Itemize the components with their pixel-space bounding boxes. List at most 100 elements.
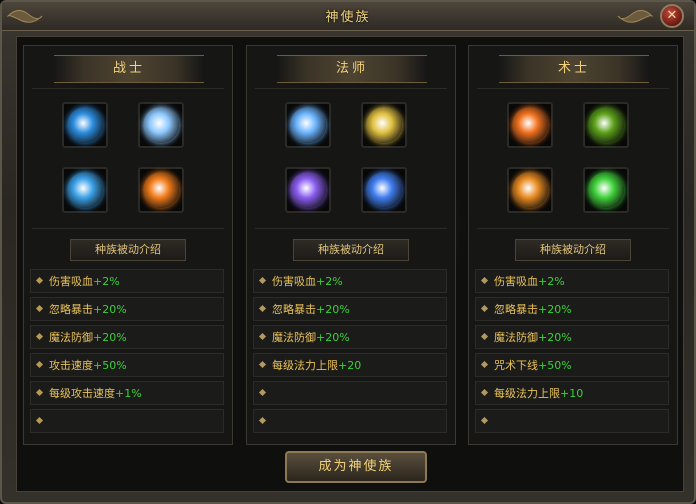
skill-slot[interactable] — [285, 167, 331, 213]
passive-intro-header: 种族被动介绍 — [293, 239, 409, 261]
skill-slot[interactable] — [62, 102, 108, 148]
passive-text: 每级法力上限+20 — [272, 357, 361, 373]
green-poison-icon[interactable] — [588, 172, 624, 208]
passive-label: 伤害吸血 — [272, 275, 316, 288]
passive-row: 魔法防御+20% — [475, 325, 669, 349]
passive-value: +20 — [338, 359, 362, 372]
passive-label: 魔法防御 — [49, 331, 93, 344]
passive-row: 忽略暴击+20% — [475, 297, 669, 321]
fire-orb-icon[interactable] — [143, 172, 179, 208]
diamond-bullet-icon — [258, 304, 267, 313]
divider — [477, 88, 669, 89]
class-panel-warrior: 战士 种族被动介绍 伤害吸血+2% 忽略暴击+20% 魔法防御+20% 攻击速度… — [23, 45, 233, 445]
passive-row: 攻击速度+50% — [30, 353, 224, 377]
green-thorn-icon[interactable] — [588, 107, 624, 143]
passive-value: +10 — [560, 387, 584, 400]
passive-row — [253, 381, 447, 405]
passive-value: +2% — [93, 275, 120, 288]
passive-text: 咒术下线+50% — [494, 357, 572, 373]
passive-text: 忽略暴击+20% — [494, 301, 572, 317]
close-button[interactable]: ✕ — [660, 4, 684, 28]
fire-shield-icon[interactable] — [512, 172, 548, 208]
passive-row: 伤害吸血+2% — [475, 269, 669, 293]
passive-label: 忽略暴击 — [494, 303, 538, 316]
diamond-bullet-icon — [480, 332, 489, 341]
passive-value: +20% — [538, 303, 572, 316]
diamond-bullet-icon — [480, 276, 489, 285]
diamond-bullet-icon — [35, 276, 44, 285]
diamond-bullet-icon — [258, 332, 267, 341]
passive-text: 魔法防御+20% — [494, 329, 572, 345]
blue-burst-icon[interactable] — [143, 107, 179, 143]
passive-row: 忽略暴击+20% — [30, 297, 224, 321]
diamond-bullet-icon — [35, 360, 44, 369]
passive-row: 伤害吸血+2% — [253, 269, 447, 293]
divider — [477, 228, 669, 229]
title-bar[interactable]: 神使族 ✕ — [2, 2, 694, 31]
class-panel-warlock: 术士 种族被动介绍 伤害吸血+2% 忽略暴击+20% 魔法防御+20% 咒术下线… — [468, 45, 678, 445]
passive-row: 每级攻击速度+1% — [30, 381, 224, 405]
blue-lightning-orb-icon[interactable] — [366, 172, 402, 208]
passive-value: +2% — [538, 275, 565, 288]
passive-value: +2% — [316, 275, 343, 288]
passive-text: 伤害吸血+2% — [272, 273, 343, 289]
diamond-bullet-icon — [35, 388, 44, 397]
close-icon[interactable]: ✕ — [667, 8, 678, 23]
skill-slot[interactable] — [507, 102, 553, 148]
passive-label: 魔法防御 — [272, 331, 316, 344]
diamond-bullet-icon — [480, 304, 489, 313]
divider — [255, 228, 447, 229]
passive-row: 每级法力上限+20 — [253, 353, 447, 377]
skill-slot[interactable] — [138, 167, 184, 213]
claw-strike-icon[interactable] — [67, 172, 103, 208]
skill-slot[interactable] — [138, 102, 184, 148]
diamond-bullet-icon — [258, 276, 267, 285]
passive-text: 攻击速度+50% — [49, 357, 127, 373]
blue-slash-icon[interactable] — [67, 107, 103, 143]
passive-label: 忽略暴击 — [49, 303, 93, 316]
passive-label: 咒术下线 — [494, 359, 538, 372]
passive-row: 伤害吸血+2% — [30, 269, 224, 293]
passive-row: 咒术下线+50% — [475, 353, 669, 377]
skill-slot[interactable] — [507, 167, 553, 213]
class-name: 术士 — [557, 61, 590, 76]
passive-intro-header: 种族被动介绍 — [515, 239, 631, 261]
diamond-bullet-icon — [35, 332, 44, 341]
diamond-bullet-icon — [35, 416, 44, 425]
skill-slot[interactable] — [583, 102, 629, 148]
diamond-bullet-icon — [258, 360, 267, 369]
become-race-button[interactable]: 成为神使族 — [285, 451, 427, 483]
diamond-bullet-icon — [35, 304, 44, 313]
skill-slot[interactable] — [361, 167, 407, 213]
diamond-bullet-icon — [480, 388, 489, 397]
skill-slot[interactable] — [285, 102, 331, 148]
passive-label: 伤害吸血 — [494, 275, 538, 288]
passive-text: 每级法力上限+10 — [494, 385, 583, 401]
divider — [32, 88, 224, 89]
passive-label: 伤害吸血 — [49, 275, 93, 288]
diamond-bullet-icon — [480, 416, 489, 425]
shield-figure-icon[interactable] — [366, 107, 402, 143]
passive-value: +20% — [316, 331, 350, 344]
skill-slot[interactable] — [62, 167, 108, 213]
passive-value: +20% — [538, 331, 572, 344]
right-ornament-icon — [617, 10, 653, 23]
class-header: 战士 — [54, 55, 204, 83]
passive-label: 每级法力上限 — [272, 359, 338, 372]
race-window: 神使族 ✕ 战士 种族被动介绍 伤害吸血+2% 忽略暴击+20% 魔法防御+20… — [0, 0, 696, 504]
passive-value: +1% — [115, 387, 142, 400]
passive-row: 忽略暴击+20% — [253, 297, 447, 321]
passive-row — [30, 409, 224, 433]
passive-label: 攻击速度 — [49, 359, 93, 372]
class-name: 战士 — [112, 61, 145, 76]
class-header: 法师 — [277, 55, 427, 83]
skill-slot[interactable] — [361, 102, 407, 148]
passive-value: +20% — [93, 303, 127, 316]
fire-swirl-icon[interactable] — [512, 107, 548, 143]
lightning-pillar-icon[interactable] — [290, 107, 326, 143]
window-title: 神使族 — [325, 10, 371, 25]
purple-lightning-icon[interactable] — [290, 172, 326, 208]
passive-row: 每级法力上限+10 — [475, 381, 669, 405]
passive-text: 忽略暴击+20% — [49, 301, 127, 317]
skill-slot[interactable] — [583, 167, 629, 213]
